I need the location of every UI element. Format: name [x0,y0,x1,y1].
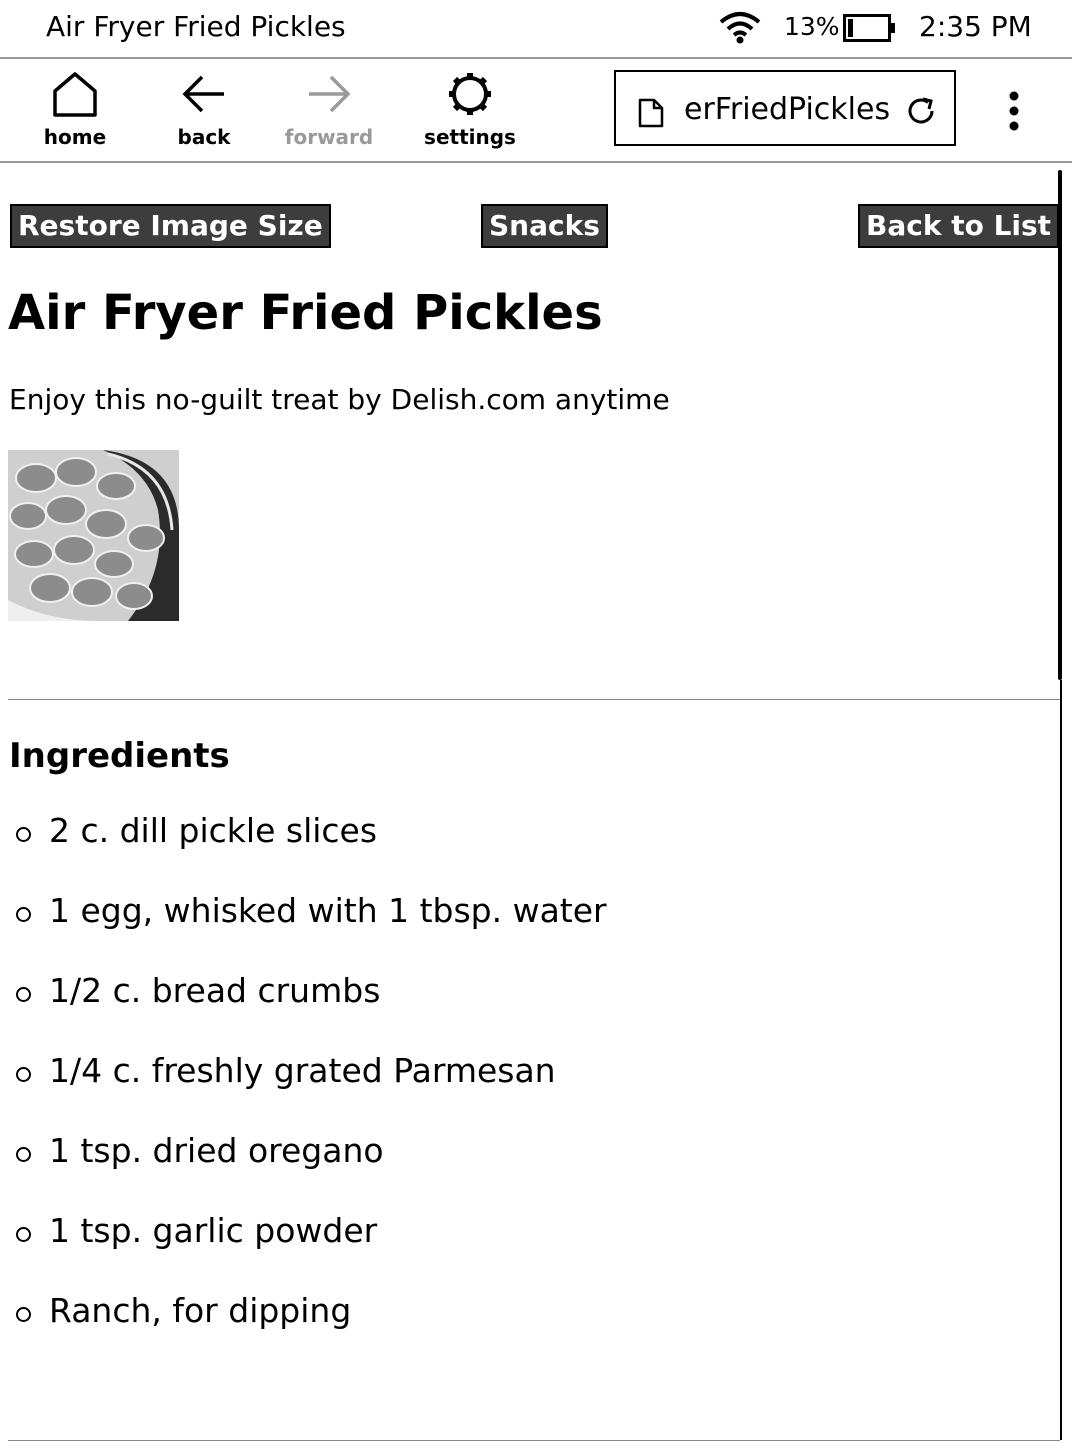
back-to-list-button[interactable]: Back to List [858,204,1060,248]
back-arrow-icon [182,75,224,113]
home-label: home [43,125,107,149]
recipe-image[interactable] [8,450,179,621]
recipe-description: Enjoy this no-guilt treat by Delish.com … [9,383,670,416]
reload-icon[interactable] [906,96,938,126]
bullet-icon [16,987,31,1002]
section-divider [8,699,1060,700]
url-bar[interactable]: erFriedPickles [614,70,956,146]
home-icon [53,72,97,117]
forward-label: forward [284,125,374,149]
bullet-icon [16,1147,31,1162]
settings-button[interactable]: settings [415,71,525,149]
section-divider [8,1440,1060,1441]
bullet-icon [16,907,31,922]
recipe-title: Air Fryer Fried Pickles [8,285,603,341]
ingredient-text: 1 tsp. dried oregano [49,1131,384,1170]
bullet-icon [16,1227,31,1242]
bullet-icon [16,827,31,842]
browser-toolbar: home back forward settings erFriedPickle… [0,59,1072,163]
bullet-icon [16,1067,31,1082]
ingredient-text: 1/2 c. bread crumbs [49,971,381,1010]
forward-arrow-icon [309,75,351,113]
battery-percent: 13% [784,12,840,41]
category-snacks-button[interactable]: Snacks [481,204,608,248]
back-label: back [177,125,231,149]
status-bar: Air Fryer Fried Pickles 13% 2:35 PM [0,0,1072,59]
settings-label: settings [424,125,516,149]
window-title: Air Fryer Fried Pickles [46,10,346,43]
restore-image-size-button[interactable]: Restore Image Size [10,204,331,248]
ingredient-text: Ranch, for dipping [49,1291,352,1330]
gear-icon [449,73,491,115]
ingredient-text: 1 egg, whisked with 1 tbsp. water [49,891,607,930]
wifi-icon [719,12,761,44]
home-button[interactable]: home [20,71,130,149]
document-icon [638,98,664,128]
scrollbar-track[interactable] [1060,680,1062,1440]
more-vertical-icon[interactable] [1000,91,1028,131]
page-content: Restore Image Size Snacks Back to List A… [0,163,1060,1448]
forward-button[interactable]: forward [274,71,384,149]
back-button[interactable]: back [149,71,259,149]
clock: 2:35 PM [919,10,1032,43]
ingredient-text: 1/4 c. freshly grated Parmesan [49,1051,556,1090]
ingredients-heading: Ingredients [9,736,230,776]
url-text: erFriedPickles [684,92,891,127]
bullet-icon [16,1307,31,1322]
ingredient-text: 1 tsp. garlic powder [49,1211,378,1250]
battery-icon [843,14,895,42]
ingredient-text: 2 c. dill pickle slices [49,811,378,850]
